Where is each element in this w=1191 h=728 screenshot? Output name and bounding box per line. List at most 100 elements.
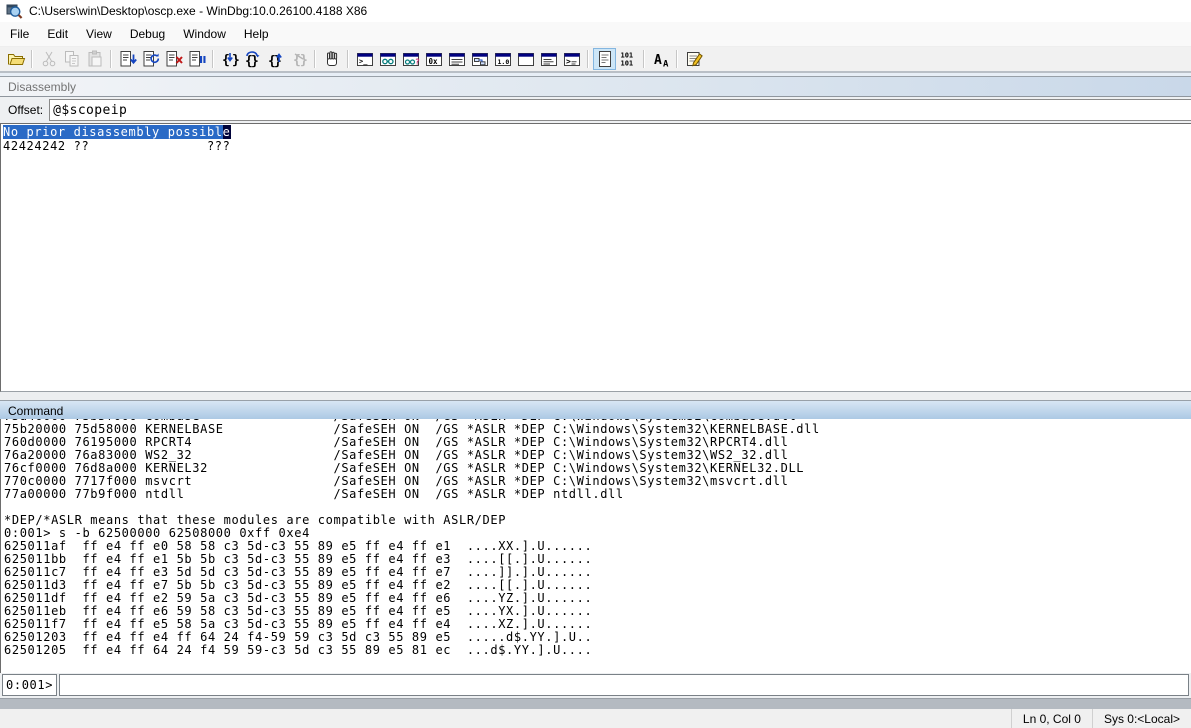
break-button[interactable] — [185, 48, 208, 70]
step-out-button[interactable]: {} — [264, 48, 287, 70]
window-bottom-edge — [0, 698, 1191, 709]
open-disassembly-window-button[interactable] — [514, 48, 537, 70]
windbg-window: C:\Users\win\Desktop\oscp.exe - WinDbg:1… — [0, 0, 1191, 728]
restart-icon — [141, 49, 161, 69]
stop-debugging-icon — [164, 49, 184, 69]
options-button[interactable] — [682, 48, 705, 70]
svg-text:}: } — [232, 53, 240, 68]
menu-item-file[interactable]: File — [2, 23, 37, 45]
go-button[interactable] — [116, 48, 139, 70]
step-over-icon: {} — [243, 49, 263, 69]
toolbar-separator — [212, 50, 214, 68]
disassembly-selected-line[interactable]: No prior disassembly possible — [3, 125, 231, 139]
status-bar: Ln 0, Col 0 Sys 0:<Local> — [0, 709, 1191, 728]
toolbar-separator — [110, 50, 112, 68]
toolbar-separator — [314, 50, 316, 68]
font-icon: AA — [651, 49, 671, 69]
locals-window-icon: ? — [401, 49, 421, 69]
menu-item-view[interactable]: View — [78, 23, 120, 45]
step-out-icon: {} — [266, 49, 286, 69]
toolbar-separator — [347, 50, 349, 68]
command-browser-icon: > — [562, 49, 582, 69]
window-title: C:\Users\win\Desktop\oscp.exe - WinDbg:1… — [29, 4, 367, 18]
processes-threads-window-icon — [539, 49, 559, 69]
insert-breakpoint-button[interactable] — [320, 48, 343, 70]
open-command-window-button[interactable]: >_ — [353, 48, 376, 70]
svg-text:>_: >_ — [359, 58, 368, 66]
open-registers-window-button[interactable]: 0x — [422, 48, 445, 70]
windbg-magnifier-icon — [6, 3, 23, 20]
svg-text:1.0: 1.0 — [497, 58, 509, 66]
toolbar: {}{}{}{}>_?0x1.0>101101AA — [0, 47, 1191, 73]
svg-text:101: 101 — [620, 60, 633, 68]
command-prompt-label: 0:001> — [2, 674, 57, 696]
disassembly-pane-title: Disassembly — [0, 76, 1191, 97]
cut-button — [37, 48, 60, 70]
open-source-file-icon — [6, 49, 26, 69]
disassembly-window-icon — [516, 49, 536, 69]
watch-window-icon — [378, 49, 398, 69]
svg-text:?: ? — [415, 58, 420, 67]
command-output-pane[interactable]: 75a40000 75b5f000 combase /SafeSEH ON /G… — [0, 419, 1191, 673]
run-to-cursor-button: {} — [287, 48, 310, 70]
command-window-icon: >_ — [355, 49, 375, 69]
svg-text:>: > — [566, 57, 571, 66]
menu-item-debug[interactable]: Debug — [122, 23, 173, 45]
svg-text:}: } — [300, 53, 308, 68]
command-prompt-row: 0:001> — [0, 673, 1191, 698]
toolbar-separator — [643, 50, 645, 68]
offset-label: Offset: — [0, 103, 49, 117]
svg-text:A: A — [663, 60, 669, 70]
restart-button[interactable] — [139, 48, 162, 70]
go-icon — [118, 49, 138, 69]
font-button[interactable]: AA — [649, 48, 672, 70]
menu-item-help[interactable]: Help — [236, 23, 277, 45]
breakpoint-hand-icon — [322, 49, 342, 69]
menu-item-edit[interactable]: Edit — [39, 23, 76, 45]
memory-window-icon — [447, 49, 467, 69]
options-icon — [684, 49, 704, 69]
title-bar: C:\Users\win\Desktop\oscp.exe - WinDbg:1… — [0, 0, 1191, 22]
open-scratch-pad-button[interactable]: 1.0 — [491, 48, 514, 70]
open-processes-threads-button[interactable] — [537, 48, 560, 70]
step-over-button[interactable]: {} — [241, 48, 264, 70]
step-into-button[interactable]: {} — [218, 48, 241, 70]
break-icon — [187, 49, 207, 69]
open-watch-window-button[interactable] — [376, 48, 399, 70]
source-mode-off-button[interactable]: 101101 — [616, 48, 639, 70]
offset-input[interactable] — [49, 99, 1191, 121]
command-input[interactable] — [59, 674, 1189, 696]
disassembly-content[interactable]: No prior disassembly possible 42424242 ?… — [0, 123, 1191, 392]
open-command-browser-button[interactable]: > — [560, 48, 583, 70]
open-call-stack-window-button[interactable] — [468, 48, 491, 70]
toolbar-separator — [587, 50, 589, 68]
command-pane-title-label: Command — [8, 404, 63, 418]
open-memory-window-button[interactable] — [445, 48, 468, 70]
source-mode-off-icon: 101101 — [618, 49, 638, 69]
call-stack-window-icon — [470, 49, 490, 69]
copy-icon — [62, 49, 82, 69]
offset-row: Offset: — [0, 97, 1191, 123]
step-into-icon: {} — [220, 49, 240, 69]
svg-text:A: A — [654, 53, 662, 68]
toolbar-separator — [31, 50, 33, 68]
scratch-pad-icon: 1.0 — [493, 49, 513, 69]
cut-icon — [39, 49, 59, 69]
command-output-text: 75a40000 75b5f000 combase /SafeSEH ON /G… — [4, 419, 1191, 657]
status-system: Sys 0:<Local> — [1092, 709, 1191, 728]
pane-splitter[interactable] — [0, 392, 1191, 400]
open-locals-window-button[interactable]: ? — [399, 48, 422, 70]
stop-debugging-button[interactable] — [162, 48, 185, 70]
copy-button — [60, 48, 83, 70]
source-mode-on-button[interactable] — [593, 48, 616, 70]
svg-text:0x: 0x — [428, 57, 438, 66]
run-to-cursor-icon: {} — [289, 49, 309, 69]
command-pane-title: Command — [0, 400, 1191, 421]
source-mode-on-icon — [595, 49, 615, 69]
open-source-file-button[interactable] — [4, 48, 27, 70]
toolbar-separator — [676, 50, 678, 68]
menu-item-window[interactable]: Window — [175, 23, 234, 45]
disassembly-caret: e — [223, 125, 231, 139]
disassembly-line[interactable]: 42424242 ?? ??? — [3, 139, 231, 153]
menu-bar: FileEditViewDebugWindowHelp — [0, 22, 1191, 47]
